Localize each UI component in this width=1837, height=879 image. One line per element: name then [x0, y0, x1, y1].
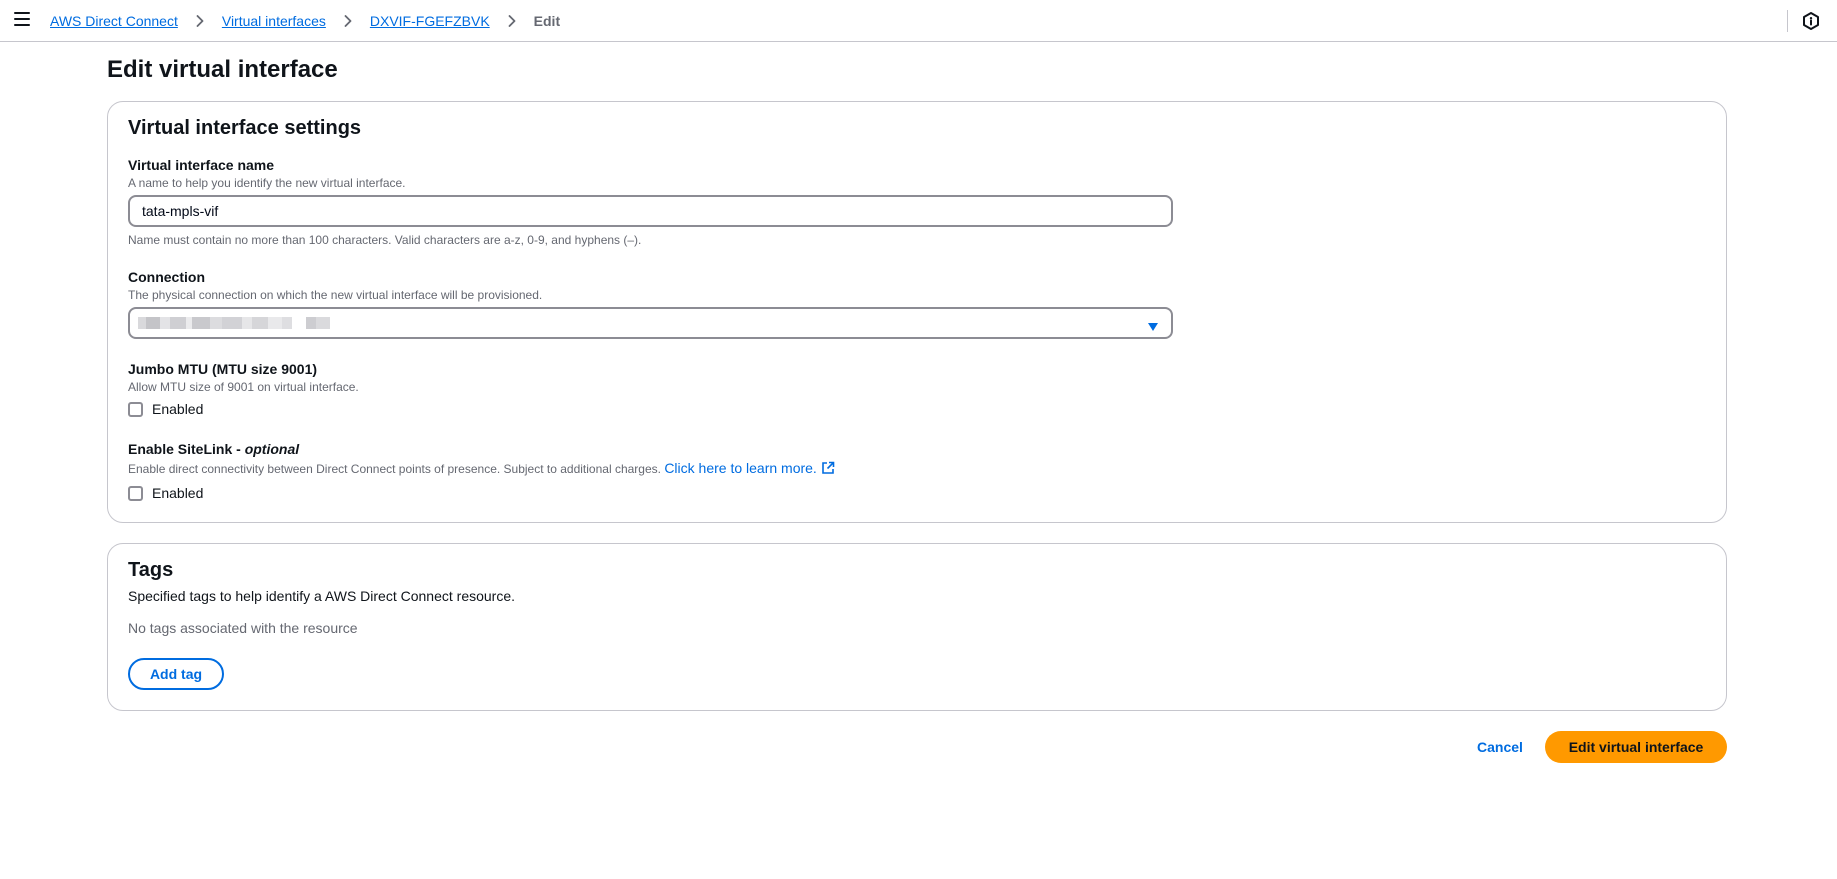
virtual-interface-settings-panel: Virtual interface settings Virtual inter… — [107, 101, 1727, 523]
breadcrumb-current: Edit — [533, 13, 561, 29]
breadcrumb: AWS Direct Connect Virtual interfaces DX… — [50, 12, 560, 30]
tags-description: Specified tags to help identify a AWS Di… — [128, 588, 516, 604]
chevron-right-icon — [190, 12, 210, 30]
sitelink-description: Enable direct connectivity between Direc… — [128, 460, 835, 476]
edit-virtual-interface-button[interactable]: Edit virtual interface — [1545, 731, 1727, 763]
add-tag-button[interactable]: Add tag — [128, 658, 224, 690]
info-hexagon-icon[interactable] — [1801, 11, 1821, 31]
chevron-right-icon — [502, 12, 522, 30]
redacted-connection-value — [138, 317, 330, 329]
jumbo-mtu-checkbox-label: Enabled — [152, 401, 204, 417]
connection-select[interactable] — [128, 307, 1173, 339]
tags-empty-state: No tags associated with the resource — [128, 620, 358, 636]
sitelink-label: Enable SiteLink - optional — [128, 441, 300, 457]
jumbo-mtu-checkbox-row[interactable]: Enabled — [128, 399, 203, 419]
vif-name-description: A name to help you identify the new virt… — [128, 176, 406, 190]
connection-description: The physical connection on which the new… — [128, 288, 543, 302]
hamburger-menu-icon[interactable] — [14, 12, 30, 28]
caret-down-icon — [1147, 319, 1159, 331]
tags-panel-title: Tags — [128, 559, 174, 581]
top-navigation: AWS Direct Connect Virtual interfaces DX… — [0, 0, 1837, 42]
page-title: Edit virtual interface — [107, 56, 338, 83]
jumbo-mtu-description: Allow MTU size of 9001 on virtual interf… — [128, 380, 359, 394]
external-link-icon[interactable] — [821, 461, 835, 475]
jumbo-mtu-label: Jumbo MTU (MTU size 9001) — [128, 361, 318, 377]
sitelink-checkbox[interactable] — [128, 485, 143, 501]
optional-tag: optional — [244, 441, 300, 457]
sitelink-checkbox-label: Enabled — [152, 485, 204, 501]
cancel-button[interactable]: Cancel — [1473, 731, 1527, 763]
vif-name-constraint: Name must contain no more than 100 chara… — [128, 233, 642, 247]
connection-label: Connection — [128, 269, 205, 285]
breadcrumb-direct-connect[interactable]: AWS Direct Connect — [50, 13, 178, 29]
chevron-right-icon — [338, 12, 358, 30]
learn-more-link[interactable]: Click here to learn more. — [664, 460, 817, 476]
vif-name-label: Virtual interface name — [128, 157, 275, 173]
topbar-divider — [1787, 10, 1788, 32]
breadcrumb-virtual-interfaces[interactable]: Virtual interfaces — [222, 13, 326, 29]
settings-panel-title: Virtual interface settings — [128, 117, 362, 139]
vif-name-input[interactable] — [128, 195, 1173, 227]
jumbo-mtu-checkbox[interactable] — [128, 401, 143, 417]
tags-panel: Tags Specified tags to help identify a A… — [107, 543, 1727, 711]
breadcrumb-vif-id[interactable]: DXVIF-FGEFZBVK — [370, 13, 490, 29]
sitelink-checkbox-row[interactable]: Enabled — [128, 483, 203, 503]
